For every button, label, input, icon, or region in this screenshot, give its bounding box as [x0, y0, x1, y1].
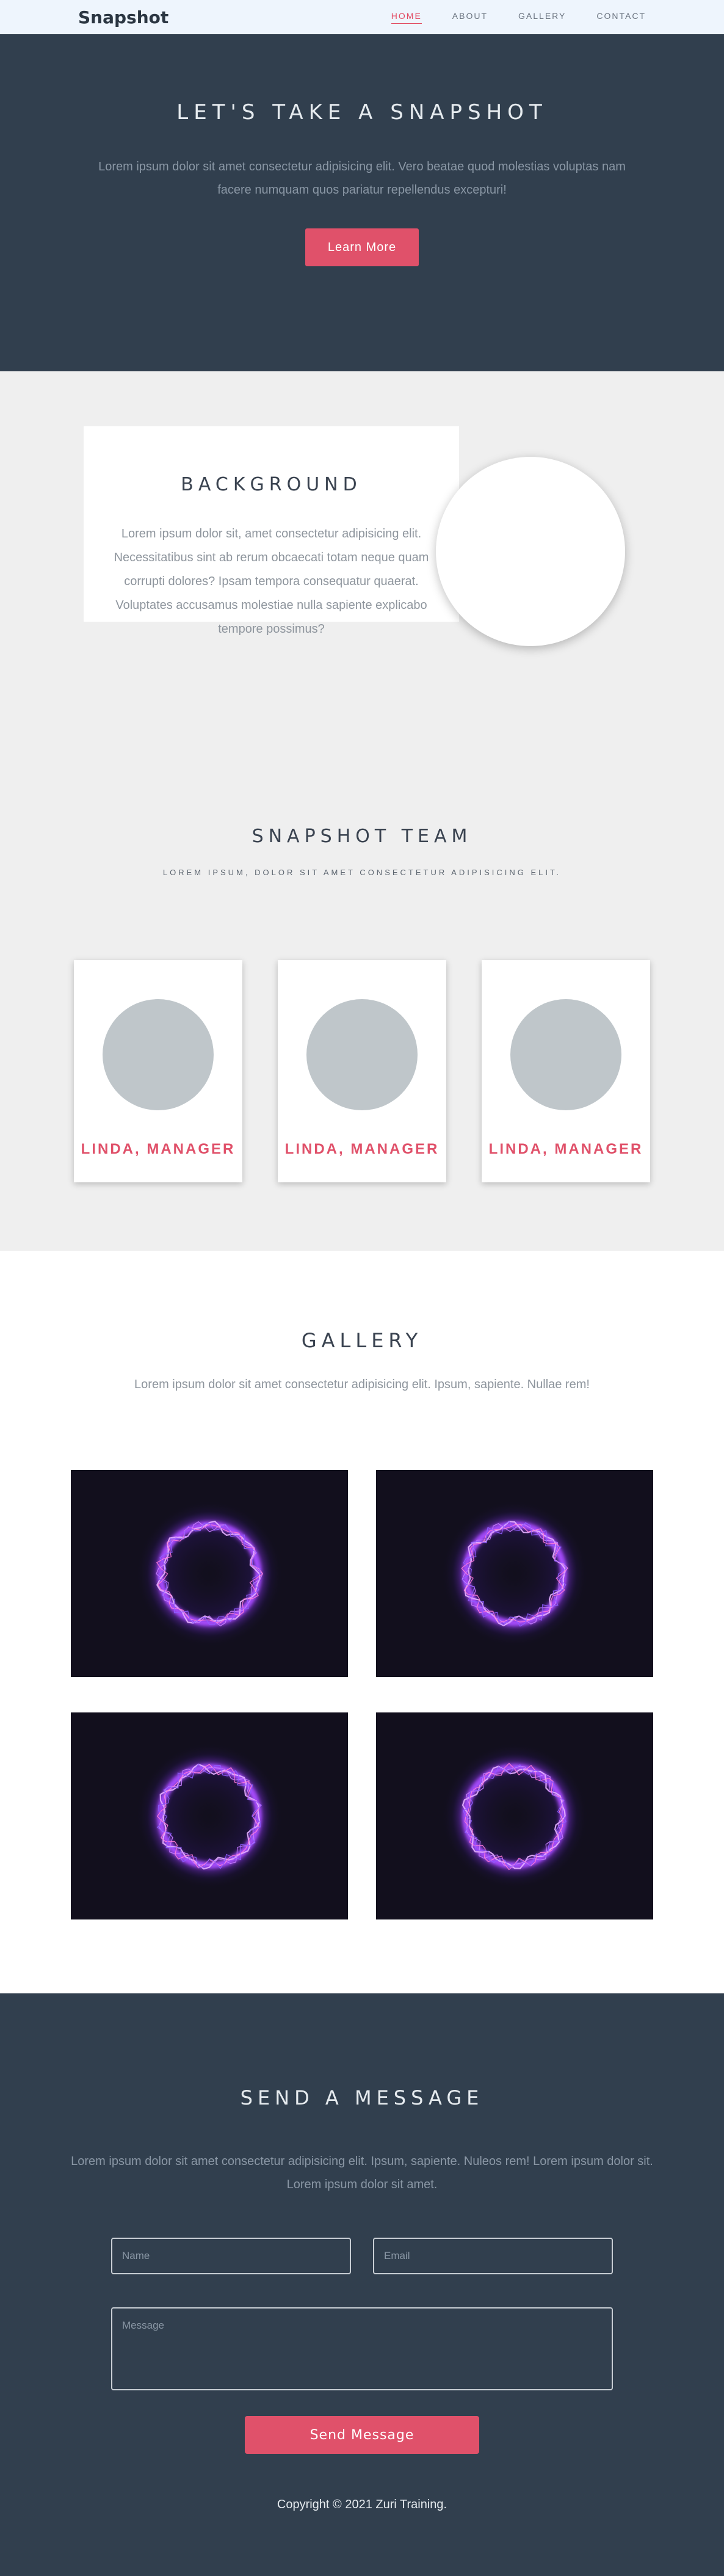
background-image-circle	[436, 457, 625, 646]
energy-ring-icon	[441, 1501, 588, 1647]
background-title: BACKGROUND	[181, 474, 362, 495]
brand-logo[interactable]: Snapshot	[78, 7, 168, 27]
hero-section: LET'S TAKE A SNAPSHOT Lorem ipsum dolor …	[0, 34, 724, 371]
energy-ring-icon	[441, 1743, 588, 1890]
name-field[interactable]	[111, 2238, 351, 2274]
team-section: SNAPSHOT TEAM LOREM IPSUM, DOLOR SIT AME…	[0, 743, 724, 1251]
team-card: LINDA, MANAGER	[74, 960, 242, 1182]
gallery-section: GALLERY Lorem ipsum dolor sit amet conse…	[0, 1251, 724, 1993]
gallery-title: GALLERY	[301, 1329, 423, 1352]
team-member-name: LINDA, MANAGER	[284, 1141, 440, 1157]
team-subtitle: LOREM IPSUM, DOLOR SIT AMET CONSECTETUR …	[162, 868, 562, 877]
background-text: Lorem ipsum dolor sit, amet consectetur …	[114, 527, 429, 636]
gallery-subtitle: Lorem ipsum dolor sit amet consectetur a…	[134, 1378, 590, 1391]
team-member-name: LINDA, MANAGER	[488, 1141, 643, 1157]
hero-text: Lorem ipsum dolor sit amet consectetur a…	[98, 160, 626, 197]
team-title: SNAPSHOT TEAM	[252, 826, 472, 847]
nav-link-home[interactable]: HOME	[391, 11, 422, 24]
gallery-image[interactable]	[71, 1712, 348, 1919]
nav-link-contact[interactable]: CONTACT	[596, 11, 646, 24]
energy-ring-icon	[136, 1501, 283, 1647]
background-card: BACKGROUND Lorem ipsum dolor sit, amet c…	[84, 426, 459, 636]
contact-section: SEND A MESSAGE Lorem ipsum dolor sit ame…	[0, 1993, 724, 2576]
hero-title: LET'S TAKE A SNAPSHOT	[176, 100, 548, 125]
email-field[interactable]	[373, 2238, 613, 2274]
footer-copyright: Copyright © 2021 Zuri Training.	[277, 2498, 447, 2511]
team-member-name: LINDA, MANAGER	[81, 1141, 236, 1157]
gallery-grid	[71, 1470, 653, 1919]
gallery-image[interactable]	[376, 1470, 653, 1677]
message-field[interactable]	[111, 2307, 613, 2390]
gallery-image[interactable]	[376, 1712, 653, 1919]
team-card: LINDA, MANAGER	[482, 960, 650, 1182]
nav-links: HOME ABOUT GALLERY CONTACT	[391, 11, 646, 24]
team-card: LINDA, MANAGER	[278, 960, 446, 1182]
avatar	[306, 999, 418, 1110]
learn-more-button[interactable]: Learn More	[305, 228, 419, 266]
contact-title: SEND A MESSAGE	[240, 2086, 484, 2109]
contact-text: Lorem ipsum dolor sit amet consectetur a…	[71, 2155, 653, 2191]
send-message-button[interactable]: Send Message	[245, 2416, 479, 2454]
avatar	[510, 999, 621, 1110]
navbar: Snapshot HOME ABOUT GALLERY CONTACT	[0, 0, 724, 34]
avatar	[103, 999, 214, 1110]
team-cards: LINDA, MANAGER LINDA, MANAGER LINDA, MAN…	[0, 960, 724, 1182]
contact-form: Send Message	[111, 2238, 613, 2454]
background-section: BACKGROUND Lorem ipsum dolor sit, amet c…	[0, 371, 724, 743]
nav-link-gallery[interactable]: GALLERY	[518, 11, 566, 24]
gallery-image[interactable]	[71, 1470, 348, 1677]
energy-ring-icon	[136, 1743, 283, 1890]
nav-link-about[interactable]: ABOUT	[452, 11, 488, 24]
